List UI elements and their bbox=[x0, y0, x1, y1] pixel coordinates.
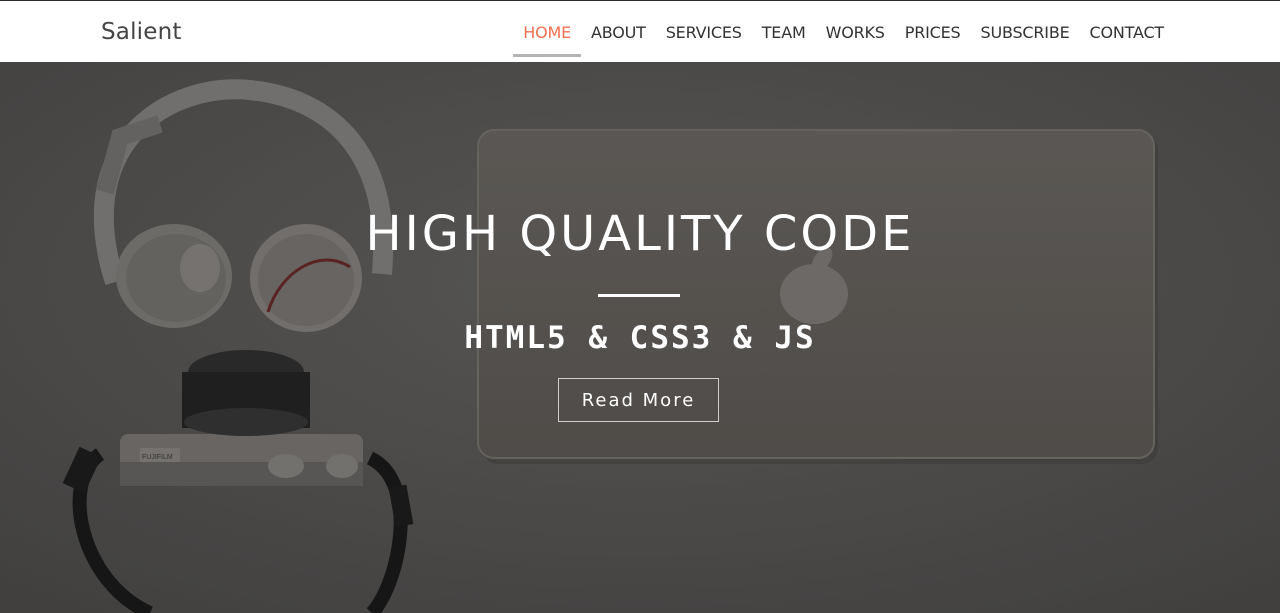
nav-item-about[interactable]: ABOUT bbox=[581, 1, 656, 63]
hero-section: FUJIFILM HIGH QUALITY CODE HTML5 & CSS3 … bbox=[0, 62, 1280, 613]
hero-divider bbox=[598, 294, 680, 297]
nav-item-works[interactable]: WORKS bbox=[816, 1, 895, 63]
brand-logo[interactable]: Salient bbox=[101, 19, 182, 45]
nav-item-home[interactable]: HOME bbox=[513, 1, 581, 63]
nav-item-services[interactable]: SERVICES bbox=[656, 1, 752, 63]
nav-item-prices[interactable]: PRICES bbox=[895, 1, 971, 63]
nav-item-team[interactable]: TEAM bbox=[752, 1, 816, 63]
navbar: Salient HOME ABOUT SERVICES TEAM WORKS P… bbox=[0, 0, 1280, 62]
nav-menu: HOME ABOUT SERVICES TEAM WORKS PRICES SU… bbox=[513, 1, 1174, 63]
hero-content: HIGH QUALITY CODE HTML5 & CSS3 & JS Read… bbox=[0, 62, 1280, 613]
hero-title: HIGH QUALITY CODE bbox=[365, 206, 915, 262]
read-more-button[interactable]: Read More bbox=[558, 378, 719, 422]
nav-item-subscribe[interactable]: SUBSCRIBE bbox=[971, 1, 1080, 63]
hero-subtitle: HTML5 & CSS3 & JS bbox=[464, 320, 816, 356]
nav-item-contact[interactable]: CONTACT bbox=[1080, 1, 1174, 63]
